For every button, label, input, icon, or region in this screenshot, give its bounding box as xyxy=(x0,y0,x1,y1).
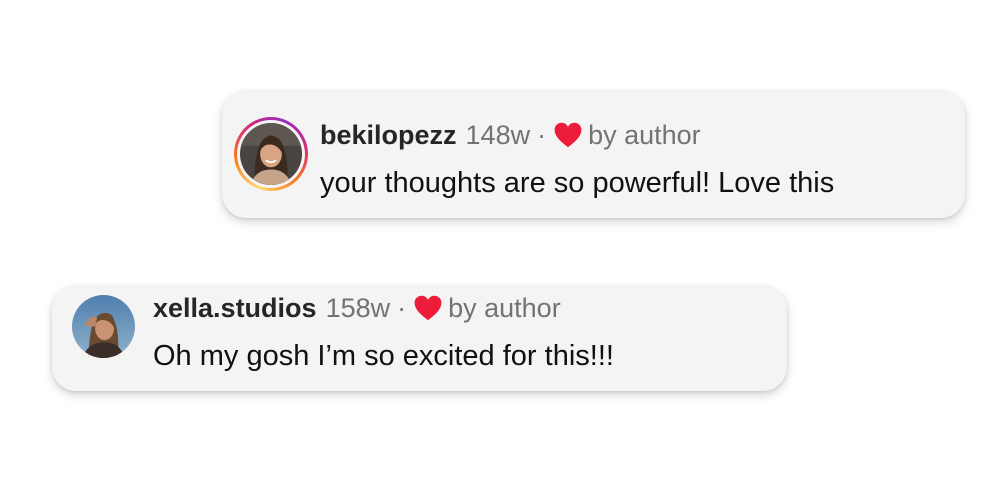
avatar-photo-icon xyxy=(72,295,135,358)
comment-timestamp[interactable]: 158w xyxy=(326,292,391,324)
liked-by-author-label: by author xyxy=(588,120,701,150)
meta-separator: · xyxy=(537,120,547,150)
comment-card: bekilopezz 148w · by author your thought… xyxy=(222,91,965,218)
comment-text: Oh my gosh I’m so excited for this!!! xyxy=(153,340,614,372)
avatar[interactable] xyxy=(72,295,135,358)
liked-by-author-label: by author xyxy=(448,293,561,323)
heart-icon xyxy=(554,122,582,148)
comment-card: xella.studios 158w · by author Oh my gos… xyxy=(52,286,787,391)
username-link[interactable]: xella.studios xyxy=(153,292,317,324)
comment-meta: xella.studios 158w · by author xyxy=(153,292,561,324)
comment-meta: bekilopezz 148w · by author xyxy=(320,119,701,151)
comment-timestamp[interactable]: 148w xyxy=(466,119,531,151)
username-link[interactable]: bekilopezz xyxy=(320,119,457,151)
meta-separator: · xyxy=(397,293,407,323)
comment-text: your thoughts are so powerful! Love this xyxy=(320,167,835,199)
avatar-photo-icon xyxy=(240,123,302,185)
heart-icon xyxy=(414,295,442,321)
avatar-story-ring[interactable] xyxy=(234,117,308,191)
